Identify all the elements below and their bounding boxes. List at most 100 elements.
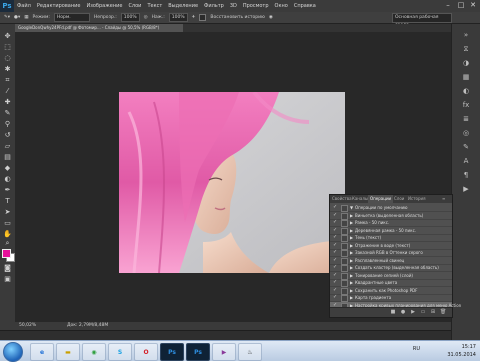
pen-tool-icon[interactable]: ✒ [3,186,12,195]
collapsed-triangle-icon[interactable]: ▶ [350,294,353,301]
flow-field[interactable]: 100% [168,13,188,22]
document-tab[interactable]: GoogleDonQwhy24PFd.pdf @ Фотомир... - Сл… [15,24,183,32]
workspace-select[interactable]: Основная рабочая среда [392,13,452,28]
layers-panel-icon[interactable]: ≣ [461,114,471,124]
opacity-field[interactable]: 100% [120,13,140,22]
actions-panel-icon[interactable]: ▶ [461,184,471,194]
collapsed-triangle-icon[interactable]: ▶ [350,257,353,264]
taskbar-photoshop-2-icon[interactable]: Ps [186,343,210,361]
mode-select[interactable]: Норм. [53,13,90,22]
path-select-tool-icon[interactable]: ➤ [3,208,12,217]
check-icon[interactable]: ✓ [333,257,338,264]
color-swatches[interactable] [2,249,15,262]
trash-icon[interactable]: 🗑 [440,309,446,315]
check-icon[interactable]: ✓ [333,279,338,286]
gradient-tool-icon[interactable]: ▤ [3,153,12,162]
collapsed-triangle-icon[interactable]: ▶ [350,264,353,271]
check-icon[interactable]: ✓ [333,249,338,256]
paths-panel-icon[interactable]: ✎ [461,142,471,152]
panel-menu-icon[interactable]: ≡ [440,195,447,203]
channels-panel-icon[interactable]: ◎ [461,128,471,138]
check-icon[interactable]: ✓ [333,227,338,234]
collapsed-triangle-icon[interactable]: ▶ [350,287,353,294]
tablet-pressure-icon[interactable]: ◉ [269,15,273,20]
record-icon[interactable]: ● [400,309,406,315]
zoom-level[interactable]: 50,02% [19,322,36,330]
brush-tool-icon[interactable]: ✎ [3,109,12,118]
toggle-brush-panel-icon[interactable]: ▦ [24,15,28,20]
blur-tool-icon[interactable]: ◆ [3,164,12,173]
collapsed-triangle-icon[interactable]: ▶ [350,234,353,241]
taskbar-opera-icon[interactable]: O [134,343,158,361]
healing-tool-icon[interactable]: ✚ [3,98,12,107]
collapsed-triangle-icon[interactable]: ▶ [350,279,353,286]
check-icon[interactable]: ✓ [333,204,338,211]
tab-layers[interactable]: Слои [392,195,406,203]
collapse-panels-icon[interactable]: » [461,30,471,40]
quick-select-tool-icon[interactable]: ✱ [3,65,12,74]
collapsed-triangle-icon[interactable]: ▶ [350,242,353,249]
hand-tool-icon[interactable]: ✋ [3,230,12,239]
collapsed-triangle-icon[interactable]: ▶ [350,212,353,219]
check-icon[interactable]: ✓ [333,294,338,301]
shape-tool-icon[interactable]: ▭ [3,219,12,228]
check-icon[interactable]: ✓ [333,287,338,294]
clone-stamp-tool-icon[interactable]: ⚲ [3,120,12,129]
check-icon[interactable]: ✓ [333,264,338,271]
dodge-tool-icon[interactable]: ◐ [3,175,12,184]
tab-history[interactable]: История [406,195,428,203]
eyedropper-tool-icon[interactable]: ⁄ [3,87,12,96]
zoom-tool-icon[interactable]: ⌕ [3,239,12,248]
stop-icon[interactable]: ■ [390,309,396,315]
color-panel-icon[interactable]: ◑ [461,58,471,68]
lasso-tool-icon[interactable]: ◌ [3,54,12,63]
menu-layers[interactable]: Слои [128,3,141,9]
menu-help[interactable]: Справка [294,3,316,9]
collapsed-triangle-icon[interactable]: ▶ [350,227,353,234]
start-button[interactable] [3,342,23,362]
history-panel-icon[interactable]: ⧖ [461,44,471,54]
menu-filter[interactable]: Фильтр [204,3,224,9]
taskbar-steam-icon[interactable]: ♨ [238,343,262,361]
menu-edit[interactable]: Редактирование [37,3,81,9]
play-icon[interactable]: ▶ [410,309,416,315]
taskbar-photoshop-icon[interactable]: Ps [160,343,184,361]
taskbar-skype-icon[interactable]: S [108,343,132,361]
taskbar-media-icon[interactable]: ▶ [212,343,236,361]
taskbar-ie-icon[interactable]: e [30,343,54,361]
crop-tool-icon[interactable]: ⌗ [3,76,12,85]
check-icon[interactable]: ✓ [333,272,338,279]
marquee-tool-icon[interactable]: ⬚ [3,43,12,52]
check-icon[interactable]: ✓ [333,234,338,241]
taskbar-chrome-icon[interactable]: ◉ [82,343,106,361]
menu-3d[interactable]: 3D [230,3,237,9]
styles-panel-icon[interactable]: fx [461,100,471,110]
character-panel-icon[interactable]: A [461,156,471,166]
canvas-image[interactable] [119,92,345,273]
close-icon[interactable]: ✕ [467,1,479,10]
clock[interactable]: 15:17 31.05.2014 [447,343,476,359]
taskbar-folder-icon[interactable]: ▬ [56,343,80,361]
collapsed-triangle-icon[interactable]: ▶ [350,219,353,226]
tab-actions[interactable]: Операции [368,195,394,203]
screen-mode-icon[interactable]: ▣ [3,275,12,284]
check-icon[interactable]: ✓ [333,212,338,219]
history-brush-tool-icon[interactable]: ↺ [3,131,12,140]
pressure-icon[interactable]: ◎ [144,15,148,20]
menu-image[interactable]: Изображение [86,3,122,9]
check-icon[interactable]: ✓ [333,242,338,249]
expanded-triangle-icon[interactable]: ▼ [350,204,353,211]
foreground-color-swatch[interactable] [2,249,11,258]
menu-type[interactable]: Текст [147,3,162,9]
brush-size-icon[interactable]: ●▾ [14,15,20,20]
brush-preset-icon[interactable]: ✎▾ [4,15,10,20]
menu-view[interactable]: Просмотр [243,3,269,9]
adjustments-panel-icon[interactable]: ◐ [461,86,471,96]
collapsed-triangle-icon[interactable]: ▶ [350,249,353,256]
swatches-panel-icon[interactable]: ▦ [461,72,471,82]
paragraph-panel-icon[interactable]: ¶ [461,170,471,180]
maximize-icon[interactable]: □ [455,1,467,10]
menu-file[interactable]: Файл [17,3,31,9]
history-checkbox[interactable] [199,14,207,21]
type-tool-icon[interactable]: T [3,197,12,206]
